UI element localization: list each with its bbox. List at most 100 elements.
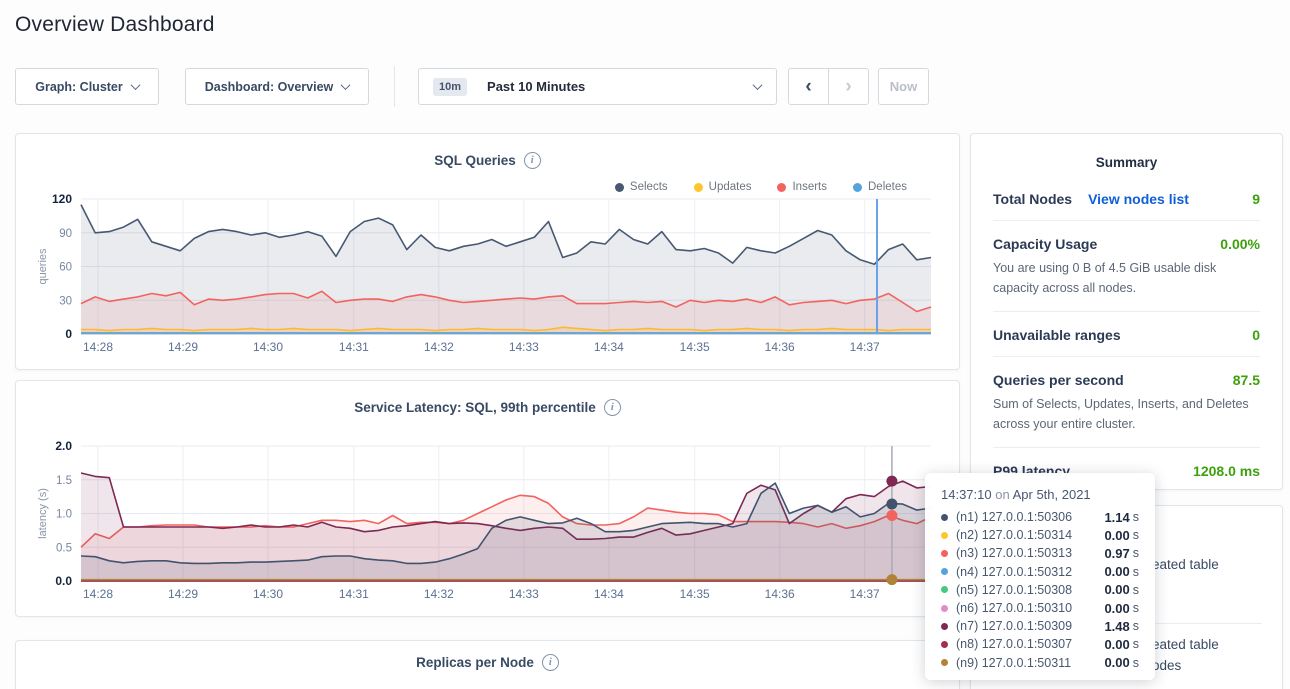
summary-row-total-nodes: Total Nodes View nodes list 9 [993, 176, 1260, 221]
node-color-dot-icon [941, 586, 948, 593]
chevron-down-icon [341, 80, 351, 90]
time-range-label: Past 10 Minutes [487, 79, 585, 94]
tooltip-node-address: (n2) 127.0.0.1:50314 [956, 528, 1104, 542]
svg-text:14:31: 14:31 [339, 587, 369, 601]
svg-text:14:35: 14:35 [680, 340, 710, 354]
svg-text:2.0: 2.0 [55, 439, 72, 453]
svg-text:1.5: 1.5 [56, 475, 72, 487]
event-text-fragment: eated table [1152, 637, 1219, 652]
chevron-right-icon: › [845, 77, 851, 96]
svg-text:14:28: 14:28 [83, 340, 113, 354]
capacity-usage-value: 0.00% [1220, 236, 1260, 252]
summary-row-queries-per-second: Queries per second 87.5 Sum of Selects, … [993, 357, 1260, 448]
svg-text:120: 120 [52, 192, 72, 206]
svg-text:14:35: 14:35 [680, 587, 710, 601]
node-color-dot-icon [941, 514, 948, 521]
tooltip-node-row: (n5) 127.0.0.1:50308 0.00 s [941, 581, 1139, 599]
chevron-left-icon: ‹ [805, 77, 811, 96]
info-icon[interactable]: i [542, 654, 559, 671]
tooltip-node-row: (n8) 127.0.0.1:50307 0.00 s [941, 635, 1139, 653]
overview-dashboard-page: Overview Dashboard Graph: Cluster Dashbo… [0, 0, 1290, 689]
svg-text:14:36: 14:36 [765, 587, 795, 601]
sql-queries-chart[interactable]: 14:2814:2914:3014:3114:3214:3314:3414:35… [16, 134, 959, 369]
chevron-down-icon [130, 80, 140, 90]
tooltip-node-latency: 0.00 [1104, 528, 1129, 543]
svg-text:14:29: 14:29 [168, 587, 198, 601]
unavailable-ranges-value: 0 [1252, 327, 1260, 343]
svg-text:14:28: 14:28 [83, 587, 113, 601]
tooltip-latency-unit: s [1133, 510, 1139, 524]
svg-text:14:30: 14:30 [253, 587, 283, 601]
svg-text:14:31: 14:31 [339, 340, 369, 354]
svg-text:90: 90 [59, 228, 72, 240]
svg-text:0.0: 0.0 [55, 574, 72, 588]
graph-dropdown-label: Graph: Cluster [35, 80, 123, 94]
summary-row-capacity-usage: Capacity Usage 0.00% You are using 0 B o… [993, 221, 1260, 312]
service-latency-chart[interactable]: 14:2814:2914:3014:3114:3214:3314:3414:35… [16, 381, 959, 616]
tooltip-node-row: (n7) 127.0.0.1:50309 1.48 s [941, 617, 1139, 635]
tooltip-node-address: (n8) 127.0.0.1:50307 [956, 637, 1104, 651]
tooltip-node-latency: 0.00 [1104, 601, 1129, 616]
view-nodes-list-link[interactable]: View nodes list [1088, 191, 1189, 207]
dashboard-dropdown-label: Dashboard: Overview [205, 80, 334, 94]
replicas-per-node-card: Replicas per Node i [15, 640, 960, 689]
tooltip-node-address: (n4) 127.0.0.1:50312 [956, 565, 1104, 579]
time-next-button[interactable]: › [828, 68, 869, 105]
service-latency-card: Service Latency: SQL, 99th percentile i … [15, 380, 960, 617]
time-range-dropdown[interactable]: 10m Past 10 Minutes [418, 68, 777, 105]
svg-text:14:30: 14:30 [253, 340, 283, 354]
tooltip-node-latency: 1.48 [1104, 619, 1129, 634]
dashboard-dropdown[interactable]: Dashboard: Overview [185, 68, 369, 105]
svg-text:14:37: 14:37 [850, 587, 880, 601]
time-range-badge: 10m [433, 78, 467, 96]
tooltip-latency-unit: s [1133, 601, 1139, 615]
now-button-label: Now [890, 79, 917, 94]
svg-text:queries: queries [37, 248, 49, 285]
tooltip-node-address: (n9) 127.0.0.1:50311 [956, 656, 1104, 670]
tooltip-latency-unit: s [1133, 546, 1139, 560]
svg-text:0: 0 [65, 327, 72, 341]
tooltip-node-latency: 1.14 [1104, 510, 1129, 525]
svg-text:14:33: 14:33 [509, 587, 539, 601]
event-text-fragment: eated table [1152, 557, 1219, 572]
event-text-fragment: odes [1152, 658, 1181, 673]
tooltip-latency-unit: s [1133, 656, 1139, 670]
tooltip-node-latency: 0.00 [1104, 582, 1129, 597]
tooltip-node-latency: 0.00 [1104, 564, 1129, 579]
time-prev-button[interactable]: ‹ [788, 68, 829, 105]
svg-text:14:34: 14:34 [594, 340, 624, 354]
tooltip-timestamp: 14:37:10 on Apr 5th, 2021 [941, 487, 1139, 502]
tooltip-node-row: (n2) 127.0.0.1:50314 0.00 s [941, 526, 1139, 544]
svg-text:30: 30 [59, 295, 72, 307]
tooltip-latency-unit: s [1133, 619, 1139, 633]
tooltip-node-address: (n6) 127.0.0.1:50310 [956, 601, 1104, 615]
svg-text:14:32: 14:32 [424, 587, 454, 601]
svg-text:60: 60 [59, 262, 72, 274]
svg-text:14:36: 14:36 [765, 340, 795, 354]
chevron-down-icon [753, 80, 763, 90]
node-color-dot-icon [941, 568, 948, 575]
page-title: Overview Dashboard [15, 13, 215, 37]
time-now-button[interactable]: Now [878, 68, 929, 105]
node-color-dot-icon [941, 550, 948, 557]
tooltip-node-row: (n1) 127.0.0.1:50306 1.14 s [941, 508, 1139, 526]
tooltip-latency-unit: s [1133, 528, 1139, 542]
graph-dropdown[interactable]: Graph: Cluster [15, 68, 159, 105]
tooltip-node-address: (n1) 127.0.0.1:50306 [956, 510, 1104, 524]
queries-per-second-desc: Sum of Selects, Updates, Inserts, and De… [993, 394, 1260, 434]
p99-latency-value: 1208.0 ms [1193, 463, 1260, 479]
node-color-dot-icon [941, 641, 948, 648]
tooltip-node-latency: 0.00 [1104, 637, 1129, 652]
tooltip-node-row: (n4) 127.0.0.1:50312 0.00 s [941, 563, 1139, 581]
tooltip-node-latency: 0.00 [1104, 655, 1129, 670]
tooltip-latency-unit: s [1133, 637, 1139, 651]
svg-text:0.5: 0.5 [56, 542, 72, 554]
tooltip-node-row: (n6) 127.0.0.1:50310 0.00 s [941, 599, 1139, 617]
capacity-usage-desc: You are using 0 B of 4.5 GiB usable disk… [993, 258, 1260, 298]
node-color-dot-icon [941, 659, 948, 666]
svg-text:14:33: 14:33 [509, 340, 539, 354]
tooltip-latency-unit: s [1133, 565, 1139, 579]
tooltip-node-address: (n3) 127.0.0.1:50313 [956, 546, 1104, 560]
tooltip-node-address: (n5) 127.0.0.1:50308 [956, 583, 1104, 597]
summary-row-unavailable-ranges: Unavailable ranges 0 [993, 312, 1260, 357]
